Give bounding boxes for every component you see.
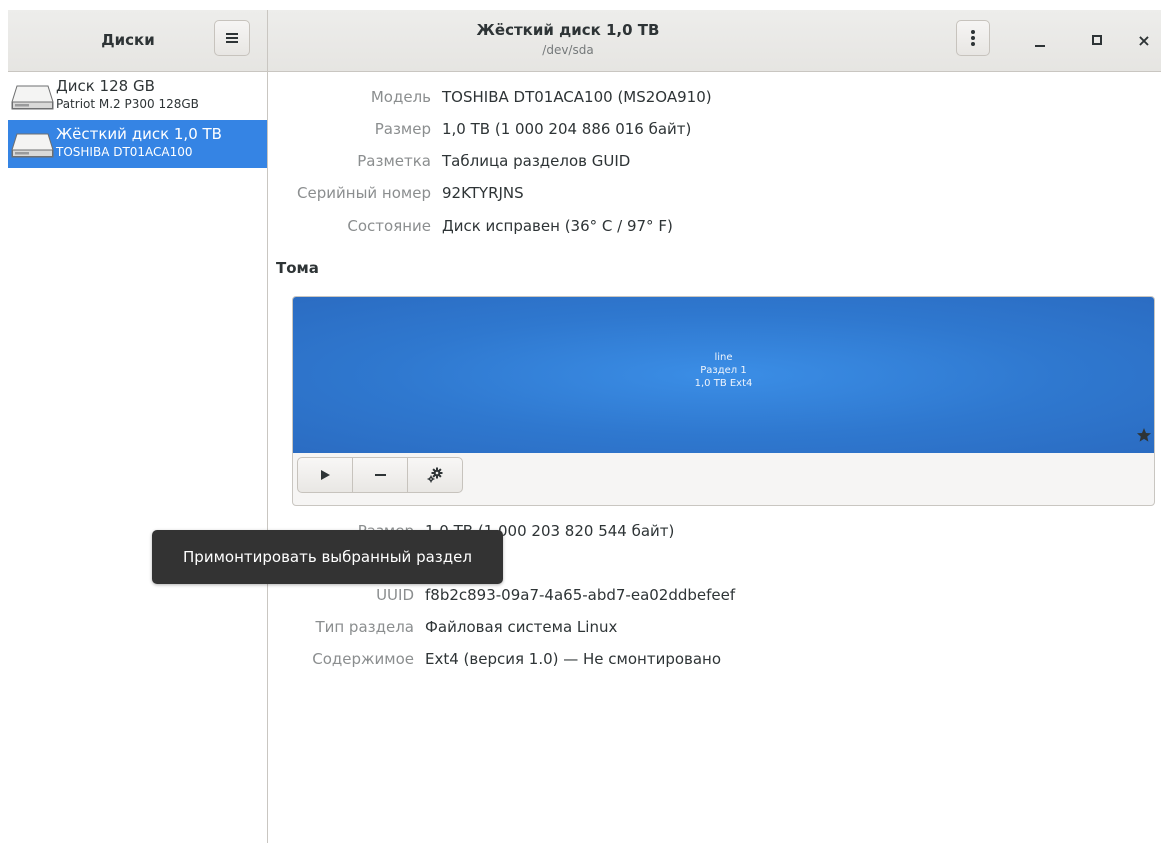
drive-item-ssd[interactable]: Диск 128 GB Patriot M.2 P300 128GB xyxy=(8,72,267,120)
drive-details: Модель TOSHIBA DT01ACA100 (MS2OA910) Раз… xyxy=(268,72,1161,843)
close-button[interactable]: × xyxy=(1132,28,1156,52)
prop-value: Диск исправен (36° C / 97° F) xyxy=(442,217,673,235)
partition-label: line Раздел 1 1,0 TB Ext4 xyxy=(694,352,753,389)
mount-button[interactable] xyxy=(297,457,353,493)
maximize-icon xyxy=(1092,35,1102,45)
mount-tooltip: Примонтировать выбранный раздел xyxy=(152,530,503,584)
minimize-button[interactable] xyxy=(1028,28,1052,52)
gears-icon xyxy=(427,467,443,483)
volume-toolbar xyxy=(297,457,463,493)
volume-grid: line Раздел 1 1,0 TB Ext4 xyxy=(292,296,1155,506)
prop-label: Размер xyxy=(374,120,431,138)
prop-label: Содержимое xyxy=(312,650,414,668)
minus-icon xyxy=(374,474,386,476)
hard-drive-icon xyxy=(11,85,54,110)
window-subtitle: /dev/sda xyxy=(542,43,594,57)
prop-value: Таблица разделов GUID xyxy=(442,152,631,170)
prop-label: Серийный номер xyxy=(297,184,431,202)
partition-block[interactable]: line Раздел 1 1,0 TB Ext4 xyxy=(293,297,1154,453)
close-icon: × xyxy=(1137,30,1151,50)
kebab-menu-icon xyxy=(971,30,975,46)
partition-options-button[interactable] xyxy=(407,457,463,493)
drive-list: Диск 128 GB Patriot M.2 P300 128GB Жёстк… xyxy=(8,72,268,843)
app-title: Диски xyxy=(101,31,155,49)
drive-item-hdd[interactable]: Жёсткий диск 1,0 TB TOSHIBA DT01ACA100 xyxy=(8,120,267,168)
drive-model: Patriot M.2 P300 128GB xyxy=(56,97,199,111)
header-bar: Диски Жёсткий диск 1,0 TB /dev/sda × xyxy=(8,10,1161,72)
star-icon xyxy=(1137,428,1151,442)
prop-label: Тип раздела xyxy=(315,618,414,636)
prop-value: 1,0 TB (1 000 204 886 016 байт) xyxy=(442,120,692,138)
delete-partition-button[interactable] xyxy=(352,457,408,493)
minimize-icon xyxy=(1035,45,1045,47)
hamburger-icon xyxy=(226,33,238,43)
prop-value: 92KTYRJNS xyxy=(442,184,524,202)
prop-value: f8b2c893-09a7-4a65-abd7-ea02ddbefeef xyxy=(425,586,736,604)
prop-label: UUID xyxy=(376,586,414,604)
prop-label: Модель xyxy=(370,88,431,106)
window-title: Жёсткий диск 1,0 TB xyxy=(476,21,660,39)
maximize-button[interactable] xyxy=(1085,28,1109,52)
app-menu-button[interactable] xyxy=(214,20,250,56)
prop-value: Ext4 (версия 1.0) — Не смонтировано xyxy=(425,650,722,668)
prop-label: Состояние xyxy=(347,217,431,235)
prop-value: TOSHIBA DT01ACA100 (MS2OA910) xyxy=(442,88,712,106)
prop-label: Разметка xyxy=(357,152,431,170)
prop-value: Файловая система Linux xyxy=(425,618,618,636)
window-title-block: Жёсткий диск 1,0 TB /dev/sda xyxy=(388,20,748,58)
play-icon xyxy=(320,470,330,480)
drive-model: TOSHIBA DT01ACA100 xyxy=(56,145,193,159)
sidebar-header: Диски xyxy=(8,10,268,71)
drive-name: Диск 128 GB xyxy=(56,77,155,95)
disks-window: Диски Жёсткий диск 1,0 TB /dev/sda × Дис… xyxy=(8,10,1161,843)
drive-name: Жёсткий диск 1,0 TB xyxy=(56,125,222,143)
hard-drive-icon xyxy=(11,133,54,158)
volumes-heading: Тома xyxy=(276,259,319,277)
drive-options-button[interactable] xyxy=(956,20,990,56)
